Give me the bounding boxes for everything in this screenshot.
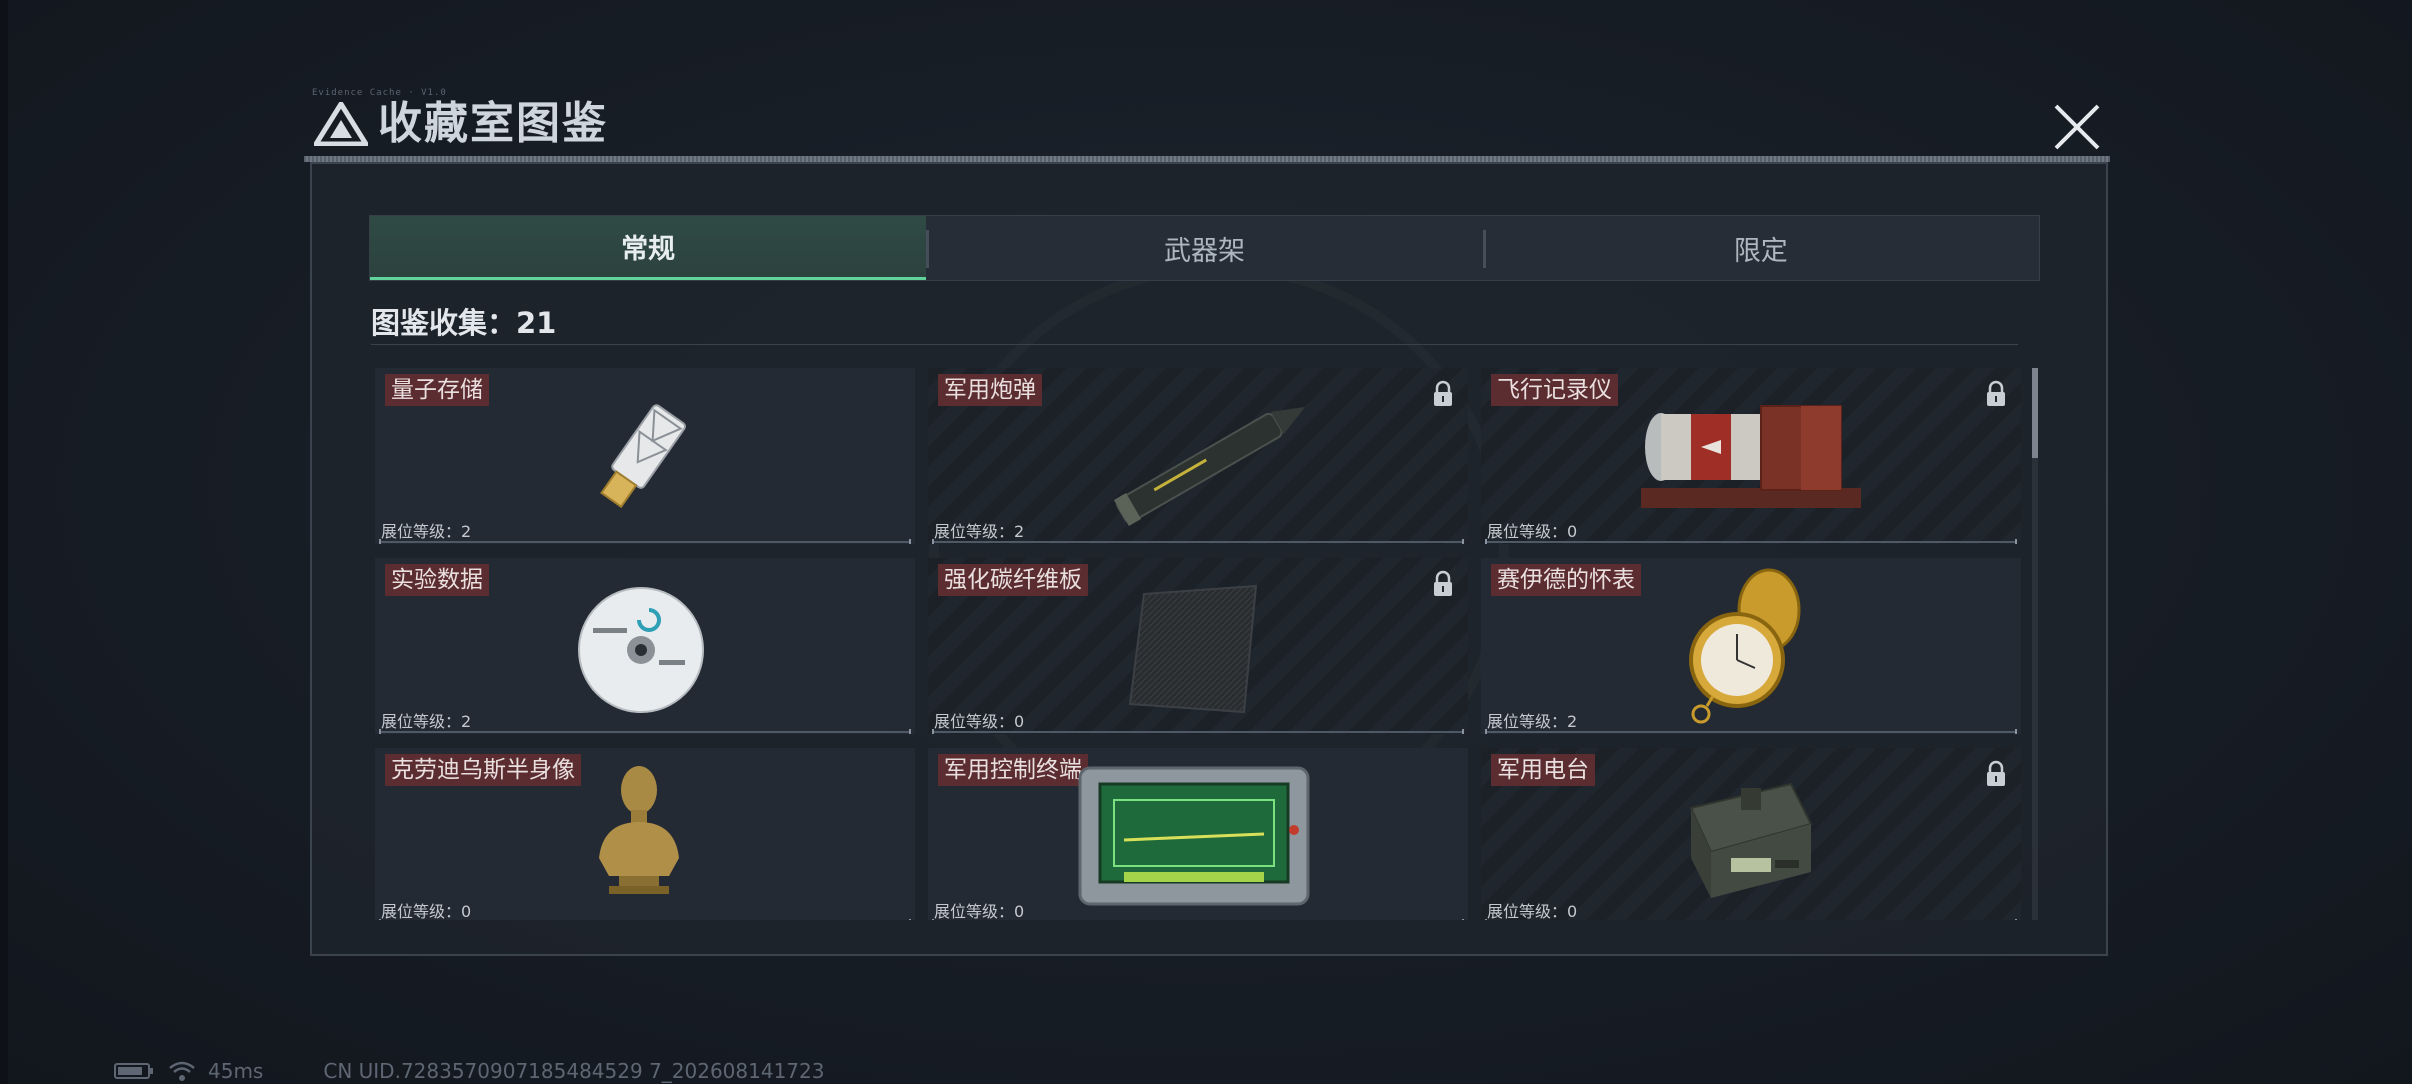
item-card[interactable]: 赛伊德的怀表 展位等级：2 [1481, 558, 2021, 734]
lock-icon [1987, 380, 2005, 406]
tab-weapon-rack[interactable]: 武器架 [926, 216, 1482, 280]
display-level: 展位等级：0 [1487, 902, 1578, 920]
screen-edge [0, 0, 8, 1084]
display-level: 展位等级：0 [934, 712, 1025, 731]
artillery-shell-icon [1113, 407, 1305, 526]
item-name: 克劳迪乌斯半身像 [385, 754, 581, 786]
bust-statue-icon [599, 766, 679, 894]
scrollbar-thumb[interactable] [2032, 368, 2038, 458]
uid-text: CN UID.7283570907185484529 7_20260814172… [323, 1059, 825, 1083]
item-card[interactable]: 克劳迪乌斯半身像 展位等级：0 [375, 748, 915, 920]
flight-recorder-icon [1641, 405, 1861, 508]
item-card[interactable]: 飞行记录仪 展位等级：0 [1481, 368, 2021, 544]
item-name: 赛伊德的怀表 [1491, 564, 1641, 596]
item-name: 军用电台 [1491, 754, 1595, 786]
item-card[interactable]: 军用控制终端 展位等级：0 [928, 748, 1468, 920]
item-name: 强化碳纤维板 [938, 564, 1088, 596]
status-footer: 45ms CN UID.7283570907185484529 7_202608… [114, 1059, 825, 1083]
display-level: 展位等级：0 [934, 902, 1025, 920]
collection-count: 图鉴收集：21 [371, 306, 557, 340]
item-name: 量子存储 [385, 374, 489, 406]
display-level: 展位等级：2 [1487, 712, 1578, 731]
card-underline [932, 539, 1464, 544]
military-radio-icon [1689, 782, 1813, 898]
usb-drive-icon [600, 404, 686, 509]
item-card[interactable]: 军用电台 展位等级：0 [1481, 748, 2021, 920]
tab-limited[interactable]: 限定 [1482, 216, 2039, 280]
control-terminal-icon [1078, 766, 1310, 906]
battery-icon [114, 1063, 153, 1079]
lock-icon [1434, 570, 1452, 596]
close-icon[interactable] [2048, 98, 2106, 156]
display-level: 展位等级：2 [381, 712, 472, 731]
item-name: 飞行记录仪 [1491, 374, 1618, 406]
scrollbar[interactable] [2032, 368, 2038, 920]
card-underline [1485, 729, 2017, 734]
lock-icon [1434, 380, 1452, 406]
display-level: 展位等级：0 [381, 902, 472, 920]
item-name: 实验数据 [385, 564, 489, 596]
tab-bar: 常规 武器架 限定 [369, 215, 2040, 281]
item-card[interactable]: 量子存储 展位等级：2 [375, 368, 915, 544]
item-name: 军用控制终端 [938, 754, 1088, 786]
disc-icon [578, 587, 704, 713]
divider [371, 344, 2018, 345]
item-card[interactable]: 强化碳纤维板 展位等级：0 [928, 558, 1468, 734]
carbon-plate-icon [1128, 584, 1258, 714]
ping-text: 45ms [208, 1059, 264, 1083]
display-level: 展位等级：2 [934, 522, 1025, 541]
card-underline [932, 729, 1464, 734]
item-name: 军用炮弹 [938, 374, 1042, 406]
dialog-title: 收藏室图鉴 [378, 98, 608, 149]
card-underline [379, 729, 911, 734]
collection-grid: 量子存储 展位等级：2 军用炮弹 展位等级：2 飞行记录仪 展位等级：0 实验数… [371, 366, 2021, 920]
display-level: 展位等级：0 [1487, 522, 1578, 541]
pocket-watch-icon [1689, 568, 1801, 724]
wifi-icon [169, 1061, 195, 1081]
lock-icon [1987, 760, 2005, 786]
dialog-header: Evidence Cache · V1.0 收藏室图鉴 [304, 88, 2110, 162]
tab-general[interactable]: 常规 [370, 216, 927, 280]
triangle-logo-icon [314, 102, 368, 146]
card-underline [1485, 539, 2017, 544]
item-card[interactable]: 军用炮弹 展位等级：2 [928, 368, 1468, 544]
display-level: 展位等级：2 [381, 522, 472, 541]
card-underline [379, 539, 911, 544]
item-card[interactable]: 实验数据 展位等级：2 [375, 558, 915, 734]
